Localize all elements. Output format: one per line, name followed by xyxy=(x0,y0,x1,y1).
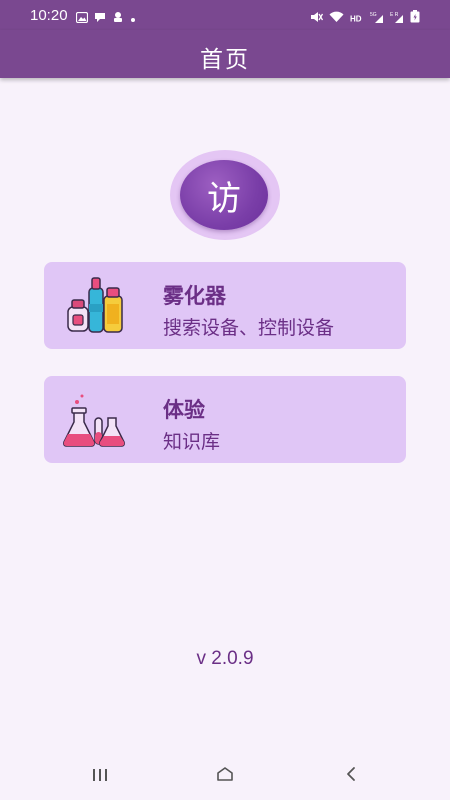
dot-icon xyxy=(130,8,136,27)
hd-icon: HD xyxy=(350,8,364,27)
lab-flasks-icon xyxy=(62,388,128,450)
wifi-icon xyxy=(329,8,344,27)
5g-signal-icon: 5G xyxy=(370,8,384,27)
mute-icon xyxy=(310,8,324,27)
status-bar: 10:20 HD 5G E R xyxy=(0,0,450,30)
svg-text:E R: E R xyxy=(390,12,399,18)
back-button[interactable] xyxy=(336,764,366,788)
card-subtitle: 知识库 xyxy=(163,431,221,453)
svg-text:HD: HD xyxy=(350,15,362,24)
app-logo: 访 xyxy=(180,160,268,230)
bottles-icon xyxy=(62,274,128,336)
signal-icon: E R xyxy=(390,8,404,27)
app-bar: 首页 xyxy=(0,30,450,78)
card-title: 雾化器 xyxy=(163,284,226,308)
svg-text:5G: 5G xyxy=(370,12,377,18)
experience-card[interactable]: 体验 知识库 xyxy=(44,376,406,463)
system-nav-bar xyxy=(0,752,450,800)
nebulizer-card[interactable]: 雾化器 搜索设备、控制设备 xyxy=(44,262,406,349)
robot-icon xyxy=(112,8,124,27)
page-title: 首页 xyxy=(200,47,250,73)
logo-text: 访 xyxy=(207,178,241,219)
home-button[interactable] xyxy=(210,764,240,788)
card-title: 体验 xyxy=(163,398,205,422)
home-icon xyxy=(216,766,234,786)
battery-icon xyxy=(410,8,420,27)
image-icon xyxy=(75,8,89,27)
status-time: 10:20 xyxy=(30,7,68,24)
back-icon xyxy=(345,766,357,786)
recents-button[interactable] xyxy=(85,764,115,788)
recents-icon xyxy=(92,767,108,786)
card-subtitle: 搜索设备、控制设备 xyxy=(163,317,335,339)
chat-icon xyxy=(94,8,106,27)
version-label: v 2.0.9 xyxy=(196,648,254,669)
